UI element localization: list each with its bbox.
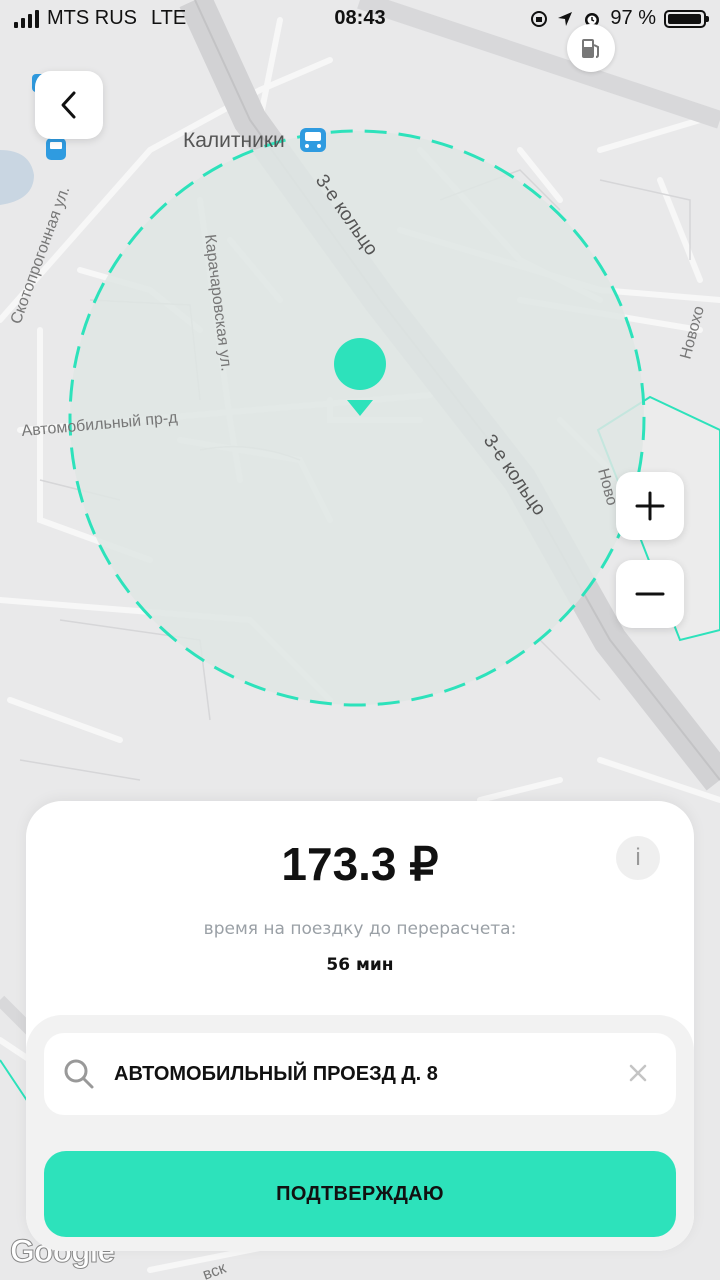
confirm-button[interactable]: ПОДТВЕРЖДАЮ: [44, 1151, 676, 1237]
tram-icon: [46, 138, 66, 160]
address-value: АВТОМОБИЛЬНЫЙ ПРОЕЗД Д. 8: [114, 1063, 438, 1085]
info-icon: i: [635, 844, 641, 871]
trip-duration: 56 мин: [326, 955, 394, 975]
zoom-out-button[interactable]: [616, 560, 684, 628]
recalculation-label: время на поездку до перерасчета:: [203, 919, 517, 939]
status-bar: MTS RUS LTE 08:43 97 %: [0, 0, 720, 40]
battery-percent: 97 %: [610, 7, 656, 29]
rotation-lock-icon: [531, 10, 548, 27]
search-icon: [64, 1059, 94, 1089]
fuel-station-icon[interactable]: [567, 24, 615, 72]
info-button[interactable]: i: [616, 836, 660, 880]
back-button[interactable]: [35, 71, 103, 139]
price: 173.3 ₽: [281, 838, 439, 890]
trip-panel: 173.3 ₽ i время на поездку до перерасчет…: [26, 801, 694, 1251]
chevron-left-icon: [61, 91, 76, 119]
place-label: Калитники: [183, 129, 285, 152]
plus-icon: [635, 491, 665, 521]
address-search-field[interactable]: АВТОМОБИЛЬНЫЙ ПРОЕЗД Д. 8: [44, 1033, 676, 1115]
minus-icon: [635, 592, 665, 596]
zoom-in-button[interactable]: [616, 472, 684, 540]
bus-stop-icon: [300, 128, 326, 152]
address-section: АВТОМОБИЛЬНЫЙ ПРОЕЗД Д. 8 ПОДТВЕРЖДАЮ: [26, 1015, 694, 1251]
close-icon[interactable]: [624, 1059, 652, 1087]
location-arrow-icon: [558, 11, 573, 26]
battery-icon: [664, 9, 709, 28]
